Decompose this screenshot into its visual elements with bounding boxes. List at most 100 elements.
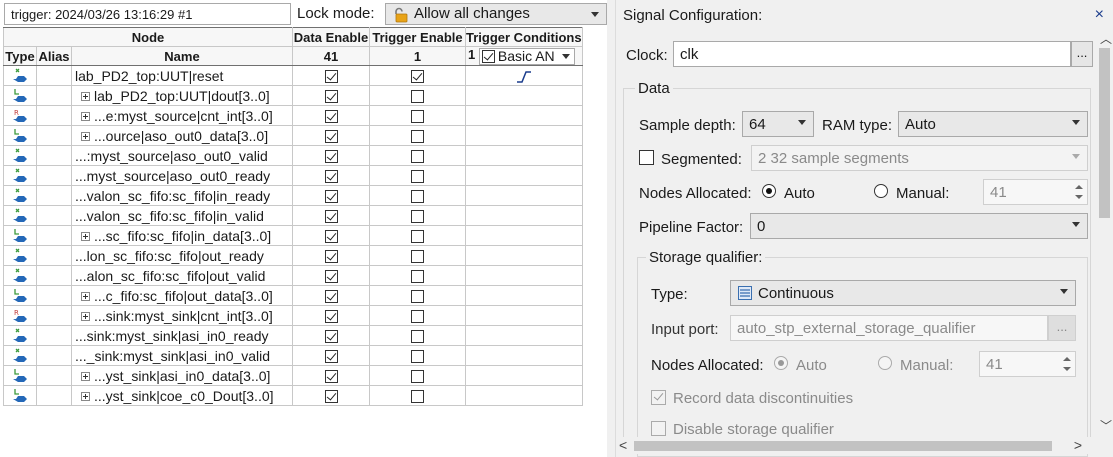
node-alias-cell[interactable] — [36, 65, 72, 86]
sq-nodes-allocated-spinbox[interactable]: 41 — [979, 351, 1076, 377]
data-enable-checkbox[interactable] — [324, 170, 338, 184]
node-row[interactable]: lab_PD2_top:UUT|reset — [3, 65, 583, 86]
node-row[interactable]: ...myst_source|aso_out0_ready — [3, 165, 583, 186]
data-enable-checkbox[interactable] — [324, 270, 338, 284]
node-row[interactable]: lab_PD2_top:UUT|dout[3..0] — [3, 85, 583, 106]
trigger-enable-checkbox[interactable] — [411, 290, 424, 304]
data-enable-checkbox[interactable] — [324, 230, 338, 244]
node-alias-cell[interactable] — [36, 165, 72, 186]
node-name-cell[interactable]: ...myst_source|aso_out0_ready — [71, 165, 293, 186]
node-row[interactable]: R ...e:myst_source|cnt_int[3..0] — [3, 105, 583, 126]
pane-splitter[interactable] — [607, 0, 615, 457]
data-enable-checkbox[interactable] — [324, 350, 338, 364]
expand-icon[interactable] — [81, 132, 90, 142]
node-row[interactable]: ...yst_sink|coe_c0_Dout[3..0] — [3, 385, 583, 406]
trigger-condition-checkbox[interactable] — [481, 49, 495, 63]
trigger-condition-cell[interactable] — [465, 365, 583, 386]
data-enable-checkbox[interactable] — [324, 150, 338, 164]
data-enable-checkbox[interactable] — [324, 290, 338, 304]
node-row[interactable]: ...lon_sc_fifo:sc_fifo|out_ready — [3, 245, 583, 266]
trigger-enable-checkbox[interactable] — [411, 270, 424, 284]
node-name-cell[interactable]: ...ource|aso_out0_data[3..0] — [71, 125, 293, 146]
trigger-enable-checkbox[interactable] — [411, 130, 424, 144]
input-port-input[interactable]: auto_stp_external_storage_qualifier — [730, 315, 1048, 341]
expand-icon[interactable] — [81, 372, 90, 382]
trigger-condition-cell[interactable] — [465, 165, 583, 186]
expand-icon[interactable] — [81, 112, 90, 122]
node-name-cell[interactable]: lab_PD2_top:UUT|reset — [71, 65, 293, 86]
type-column-header[interactable]: Type — [3, 46, 37, 66]
node-name-cell[interactable]: lab_PD2_top:UUT|dout[3..0] — [71, 85, 293, 106]
node-name-cell[interactable]: ...sink:myst_sink|asi_in0_ready — [71, 325, 293, 346]
expand-icon[interactable] — [81, 392, 90, 402]
trigger-enable-checkbox[interactable] — [411, 390, 424, 404]
node-alias-cell[interactable] — [36, 265, 72, 286]
clock-input[interactable]: clk — [673, 41, 1071, 67]
node-alias-cell[interactable] — [36, 345, 72, 366]
expand-icon[interactable] — [81, 232, 90, 242]
node-name-cell[interactable]: ...e:myst_source|cnt_int[3..0] — [71, 105, 293, 126]
trigger-condition-cell[interactable] — [465, 85, 583, 106]
trigger-enable-checkbox[interactable] — [411, 310, 424, 324]
trigger-enable-checkbox[interactable] — [411, 110, 424, 124]
trigger-enable-checkbox[interactable] — [411, 190, 424, 204]
trigger-enable-checkbox[interactable] — [411, 250, 424, 264]
node-alias-cell[interactable] — [36, 325, 72, 346]
trigger-enable-checkbox[interactable] — [411, 90, 424, 104]
node-name-cell[interactable]: ...valon_sc_fifo:sc_fifo|in_valid — [71, 205, 293, 226]
horizontal-scrollbar[interactable]: < > — [616, 437, 1096, 454]
alias-column-header[interactable]: Alias — [36, 46, 72, 66]
segmented-checkbox[interactable] — [639, 150, 654, 165]
sq-type-select[interactable]: Continuous — [730, 280, 1076, 306]
node-alias-cell[interactable] — [36, 385, 72, 406]
data-enable-checkbox[interactable] — [324, 390, 338, 404]
trigger-instance-label[interactable]: trigger: 2024/03/26 13:16:29 #1 — [4, 3, 291, 25]
trigger-condition-cell[interactable] — [465, 145, 583, 166]
record-discontinuities-checkbox[interactable] — [651, 390, 666, 405]
trigger-enable-checkbox[interactable] — [411, 350, 424, 364]
sq-nodes-allocated-auto-radio[interactable] — [774, 356, 788, 370]
close-icon[interactable]: × — [1095, 6, 1104, 24]
trigger-condition-cell[interactable] — [465, 245, 583, 266]
node-name-cell[interactable]: ...valon_sc_fifo:sc_fifo|in_ready — [71, 185, 293, 206]
trigger-condition-cell[interactable] — [465, 385, 583, 406]
node-row[interactable]: ...yst_sink|asi_in0_data[3..0] — [3, 365, 583, 386]
node-alias-cell[interactable] — [36, 185, 72, 206]
trigger-condition-cell[interactable] — [465, 225, 583, 246]
node-row[interactable]: ..._sink:myst_sink|asi_in0_valid — [3, 345, 583, 366]
node-row[interactable]: ...sink:myst_sink|asi_in0_ready — [3, 325, 583, 346]
scroll-down-icon[interactable]: ﹀ — [1100, 417, 1112, 434]
node-name-cell[interactable]: ..._sink:myst_sink|asi_in0_valid — [71, 345, 293, 366]
node-alias-cell[interactable] — [36, 145, 72, 166]
node-row[interactable]: ...sc_fifo:sc_fifo|in_data[3..0] — [3, 225, 583, 246]
data-enable-checkbox[interactable] — [324, 130, 338, 144]
scroll-right-icon[interactable]: > — [1074, 437, 1082, 453]
trigger-condition-select[interactable]: Basic AN — [478, 47, 575, 65]
trigger-condition-cell[interactable] — [465, 205, 583, 226]
node-name-cell[interactable]: ...lon_sc_fifo:sc_fifo|out_ready — [71, 245, 293, 266]
expand-icon[interactable] — [81, 92, 90, 102]
expand-icon[interactable] — [81, 312, 90, 322]
nodes-allocated-auto-radio[interactable] — [762, 184, 776, 198]
node-alias-cell[interactable] — [36, 105, 72, 126]
nodes-allocated-manual-radio[interactable] — [874, 184, 888, 198]
trigger-condition-cell[interactable] — [465, 105, 583, 126]
spin-up-icon[interactable] — [1075, 185, 1083, 189]
trigger-enable-checkbox[interactable] — [411, 210, 424, 224]
node-alias-cell[interactable] — [36, 85, 72, 106]
trigger-conditions-header[interactable]: Trigger Conditions — [465, 27, 583, 47]
trigger-enable-checkbox[interactable] — [411, 170, 424, 184]
node-row[interactable]: ...alon_sc_fifo:sc_fifo|out_valid — [3, 265, 583, 286]
node-alias-cell[interactable] — [36, 225, 72, 246]
data-enable-checkbox[interactable] — [324, 70, 338, 84]
scroll-left-icon[interactable]: < — [619, 437, 627, 453]
data-enable-checkbox[interactable] — [324, 90, 338, 104]
data-enable-checkbox[interactable] — [324, 370, 338, 384]
spin-down-icon[interactable] — [1075, 195, 1083, 199]
input-port-browse-button[interactable]: ... — [1048, 315, 1076, 341]
trigger-condition-cell[interactable] — [465, 285, 583, 306]
trigger-condition-cell[interactable] — [465, 305, 583, 326]
node-alias-cell[interactable] — [36, 245, 72, 266]
node-name-cell[interactable]: ...sink:myst_sink|cnt_int[3..0] — [71, 305, 293, 326]
node-name-cell[interactable]: ...yst_sink|asi_in0_data[3..0] — [71, 365, 293, 386]
